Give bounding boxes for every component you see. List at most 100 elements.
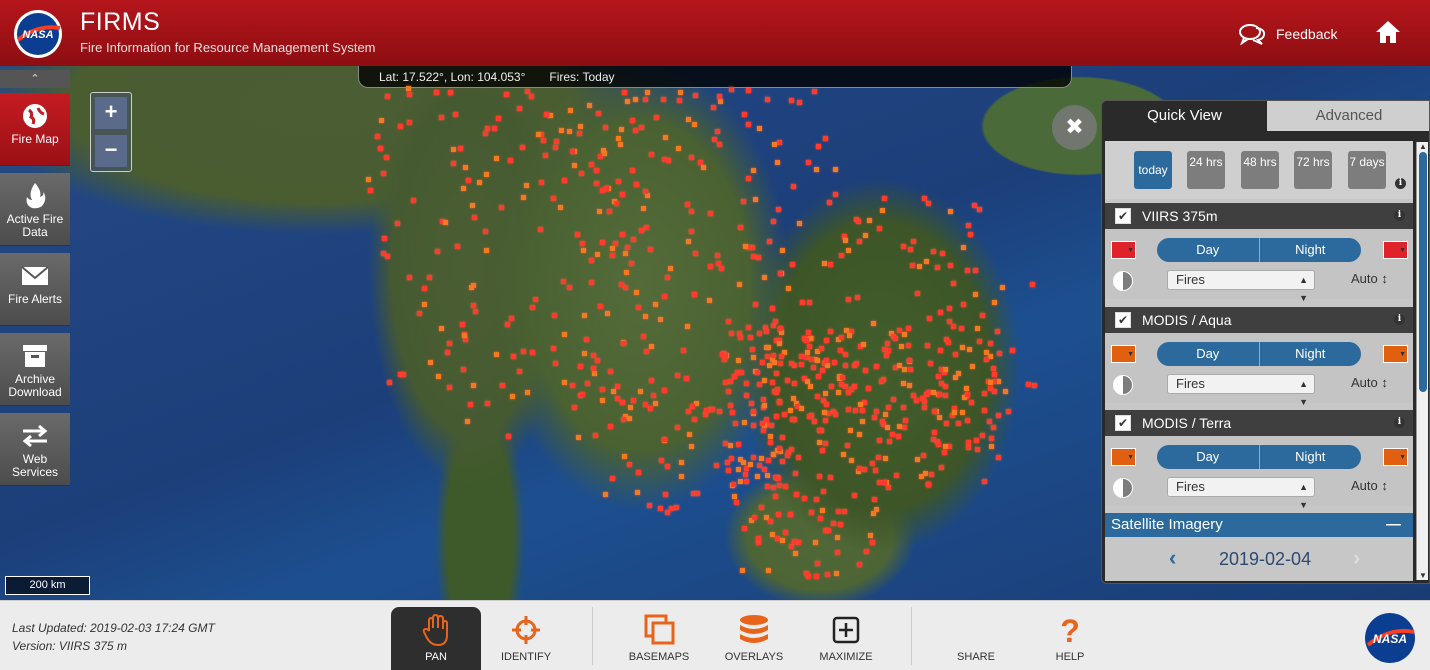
fire-detection-marker[interactable] [766,568,771,573]
fire-detection-marker[interactable] [823,391,828,396]
fire-detection-marker[interactable] [828,475,833,480]
fire-detection-marker[interactable] [926,201,931,206]
fire-detection-marker[interactable] [997,351,1002,356]
fire-detection-marker[interactable] [689,229,694,234]
fire-detection-marker[interactable] [809,510,814,515]
fire-detection-marker[interactable] [792,381,797,386]
fire-detection-marker[interactable] [789,544,794,549]
fire-detection-marker[interactable] [679,460,684,465]
fire-detection-marker[interactable] [562,332,567,337]
fire-detection-marker[interactable] [908,247,913,252]
fire-detection-marker[interactable] [977,207,982,212]
fire-detection-marker[interactable] [882,480,887,485]
fire-detection-marker[interactable] [891,397,896,402]
fire-detection-marker[interactable] [648,247,653,252]
fire-detection-marker[interactable] [601,148,606,153]
fire-detection-marker[interactable] [558,205,563,210]
fire-detection-marker[interactable] [893,336,898,341]
fire-detection-marker[interactable] [812,89,817,94]
fire-detection-marker[interactable] [587,103,592,108]
fire-detection-marker[interactable] [401,372,406,377]
fire-detection-marker[interactable] [731,482,736,487]
fire-detection-marker[interactable] [972,203,977,208]
fire-detection-marker[interactable] [821,489,826,494]
fire-detection-marker[interactable] [967,347,972,352]
fire-detection-marker[interactable] [726,468,731,473]
fire-detection-marker[interactable] [610,253,615,258]
basemaps-tool-button[interactable]: BASEMAPS [622,607,696,670]
fire-detection-marker[interactable] [965,392,970,397]
fire-detection-marker[interactable] [730,410,735,415]
fire-detection-marker[interactable] [616,179,621,184]
fire-detection-marker[interactable] [917,264,922,269]
fire-detection-marker[interactable] [439,115,444,120]
fire-detection-marker[interactable] [867,218,872,223]
fire-detection-marker[interactable] [790,417,795,422]
fire-detection-marker[interactable] [510,394,515,399]
fire-detection-marker[interactable] [755,474,760,479]
fire-detection-marker[interactable] [663,492,668,497]
fire-detection-marker[interactable] [907,358,912,363]
fire-detection-marker[interactable] [578,364,583,369]
scroll-up-icon[interactable]: ▲ [1419,142,1427,151]
fire-detection-marker[interactable] [885,425,890,430]
fire-detection-marker[interactable] [937,392,942,397]
fire-detection-marker[interactable] [520,145,525,150]
fire-detection-marker[interactable] [901,405,906,410]
fire-detection-marker[interactable] [539,180,544,185]
fire-detection-marker[interactable] [592,371,597,376]
fire-detection-marker[interactable] [915,457,920,462]
fire-detection-marker[interactable] [931,249,936,254]
fire-detection-marker[interactable] [792,539,797,544]
fire-detection-marker[interactable] [659,458,664,463]
fire-detection-marker[interactable] [807,414,812,419]
fire-detection-marker[interactable] [973,292,978,297]
overlays-tool-button[interactable]: OVERLAYS [718,607,790,670]
fire-detection-marker[interactable] [685,202,690,207]
fire-detection-marker[interactable] [961,302,966,307]
fire-detection-marker[interactable] [665,275,670,280]
fire-detection-marker[interactable] [780,435,785,440]
fire-detection-marker[interactable] [633,97,638,102]
fire-detection-marker[interactable] [741,460,746,465]
fire-detection-marker[interactable] [729,87,734,92]
fire-detection-marker[interactable] [829,384,834,389]
fire-detection-marker[interactable] [554,139,559,144]
day-night-toggle[interactable]: Day Night [1157,238,1361,262]
day-option[interactable]: Day [1157,342,1259,366]
fire-detection-marker[interactable] [960,345,965,350]
fire-detection-marker[interactable] [770,380,775,385]
fire-detection-marker[interactable] [462,333,467,338]
fire-detection-marker[interactable] [600,188,605,193]
fire-detection-marker[interactable] [677,98,682,103]
close-panel-button[interactable]: ✖ [1052,105,1097,150]
fire-detection-marker[interactable] [577,131,582,136]
fire-detection-marker[interactable] [943,393,948,398]
fire-detection-marker[interactable] [732,374,737,379]
fire-detection-marker[interactable] [748,335,753,340]
fire-detection-marker[interactable] [825,363,830,368]
fire-detection-marker[interactable] [853,408,858,413]
fire-detection-marker[interactable] [594,181,599,186]
fire-detection-marker[interactable] [639,125,644,130]
fire-detection-marker[interactable] [834,571,839,576]
fire-detection-marker[interactable] [874,409,879,414]
fire-detection-marker[interactable] [759,456,764,461]
fire-detection-marker[interactable] [662,157,667,162]
fire-detection-marker[interactable] [1032,383,1037,388]
fire-detection-marker[interactable] [504,92,509,97]
fire-detection-marker[interactable] [852,493,857,498]
day-color-picker[interactable]: ▼ [1111,448,1136,466]
fire-detection-marker[interactable] [774,371,779,376]
fire-detection-marker[interactable] [508,158,513,163]
fire-detection-marker[interactable] [740,568,745,573]
fire-detection-marker[interactable] [506,434,511,439]
fire-detection-marker[interactable] [543,153,548,158]
fire-detection-marker[interactable] [965,268,970,273]
fire-detection-marker[interactable] [857,466,862,471]
fire-detection-marker[interactable] [825,572,830,577]
satellite-imagery-header[interactable]: Satellite Imagery — [1105,513,1413,537]
fire-detection-marker[interactable] [368,188,373,193]
night-color-picker[interactable]: ▼ [1383,345,1408,363]
fire-detection-marker[interactable] [483,131,488,136]
